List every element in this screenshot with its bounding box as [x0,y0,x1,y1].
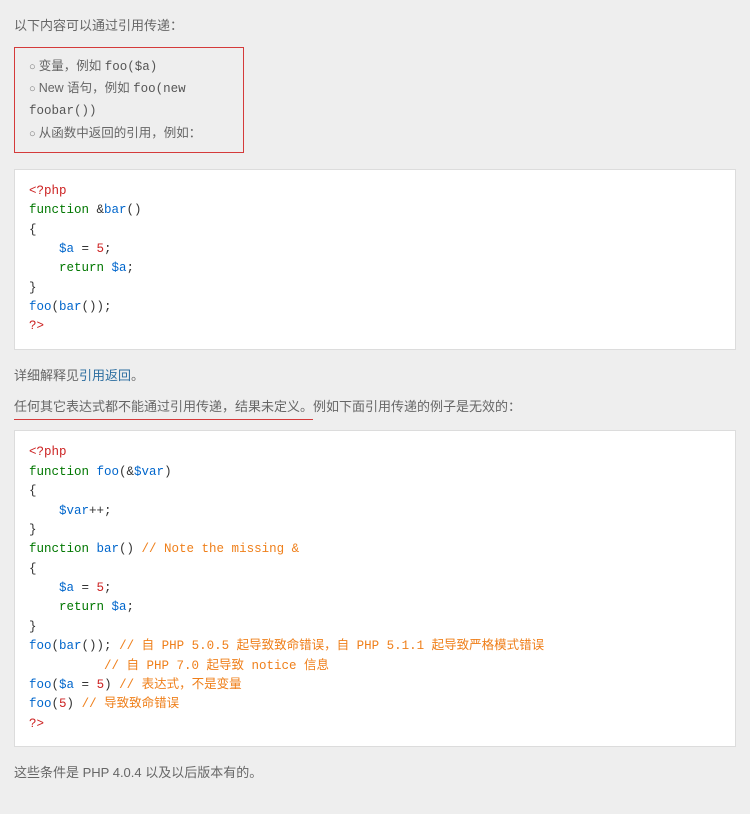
footer-text: 这些条件是 PHP 4.0.4 以及以后版本有的。 [14,763,736,784]
explain-text: 详细解释见引用返回。 [14,366,736,387]
list-text: 变量，例如 [39,59,105,73]
reference-return-link[interactable]: 引用返回 [79,368,131,383]
php-close-tag: ?> [29,717,44,731]
function-call: foo [29,300,52,314]
invalid-sentence: 任何其它表达式都不能通过引用传递，结果未定义。例如下面引用传递的例子是无效的： [14,397,736,421]
keyword: function [29,203,97,217]
comment: // 导致致命错误 [82,697,180,711]
inline-code: foo($a) [105,60,158,74]
list-item: 从函数中返回的引用，例如： [29,123,229,144]
function-name: bar [104,203,127,217]
underlined-text: 任何其它表达式都不能通过引用传递，结果未定义。 [14,397,313,421]
function-name: foo [97,465,120,479]
function-call: foo [29,639,52,653]
function-name: bar [97,542,120,556]
keyword: return [29,600,112,614]
variable: $var [134,465,164,479]
comment: // 自 PHP 5.0.5 起导致致命错误，自 PHP 5.1.1 起导致严格… [119,639,544,653]
php-open-tag: <?php [29,445,67,459]
variable: $a [29,581,82,595]
reference-pass-list: 变量，例如 foo($a) New 语句，例如 foo(new foobar()… [14,47,244,153]
intro-text: 以下内容可以通过引用传递： [14,16,736,37]
sentence-rest: 例如下面引用传递的例子是无效的： [313,399,521,414]
variable: $a [112,261,127,275]
list-text: New 语句，例如 [39,81,133,95]
list-item: 变量，例如 foo($a) [29,56,229,78]
code-block-1: <?php function &bar() { $a = 5; return $… [14,169,736,350]
keyword: function [29,542,97,556]
variable: $a [112,600,127,614]
keyword: function [29,465,97,479]
variable: $var [29,504,89,518]
function-call: foo [29,678,52,692]
comment: // 表达式，不是变量 [119,678,242,692]
variable: $a [29,242,82,256]
php-close-tag: ?> [29,319,44,333]
explain-prefix: 详细解释见 [14,368,79,383]
explain-suffix: 。 [131,368,144,383]
variable: $a [59,678,82,692]
code-block-2: <?php function foo(&$var) { $var++; } fu… [14,430,736,747]
comment: // Note the missing & [142,542,300,556]
list-item: New 语句，例如 foo(new foobar()) [29,78,229,123]
php-open-tag: <?php [29,184,67,198]
function-call: foo [29,697,52,711]
list-text: 从函数中返回的引用，例如： [39,126,202,140]
keyword: return [29,261,112,275]
comment: // 自 PHP 7.0 起导致 notice 信息 [104,659,329,673]
document-page: 以下内容可以通过引用传递： 变量，例如 foo($a) New 语句，例如 fo… [0,0,750,814]
